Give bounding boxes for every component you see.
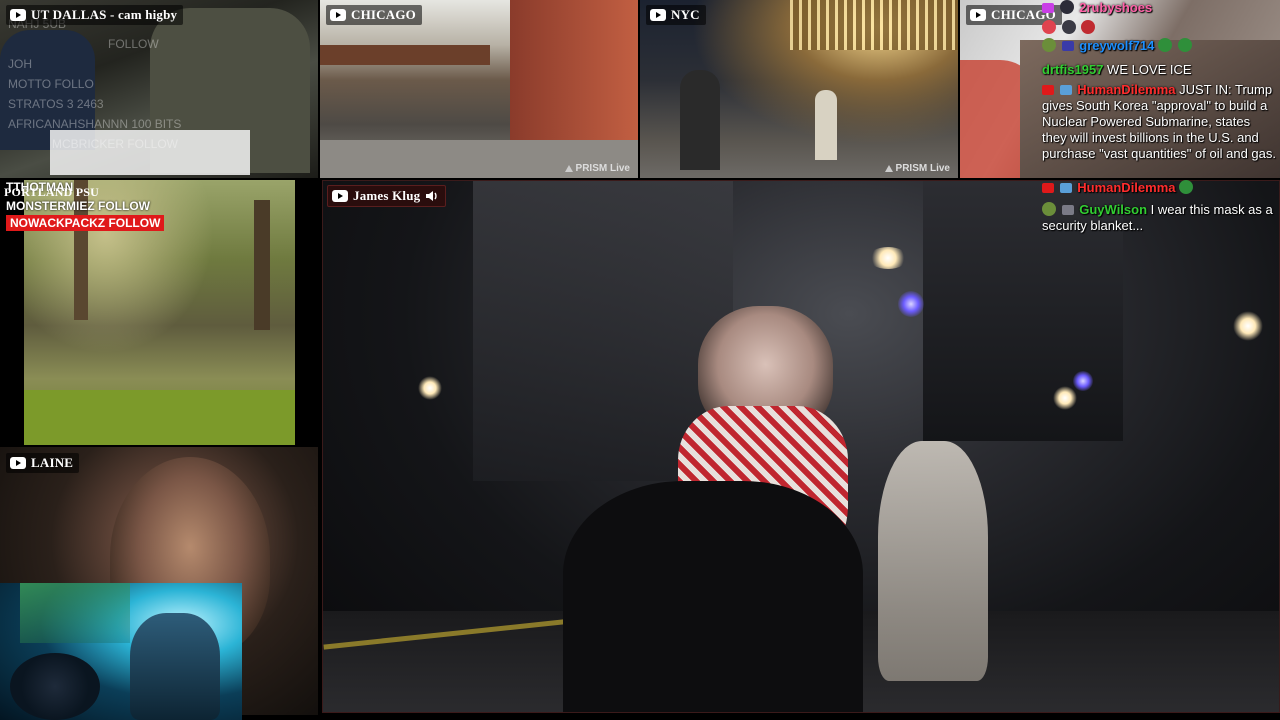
follow-highlight: NOWACKPACKZ FOLLOW xyxy=(6,215,165,231)
stream-label-text: LAINE xyxy=(31,455,74,470)
emote-icon xyxy=(1061,20,1076,34)
street-light xyxy=(1233,311,1263,341)
emote-icon xyxy=(1042,38,1056,52)
stream-label-portland: PORTLAND PSU xyxy=(4,185,99,200)
follower-ticker: NAHJ 5UB FOLLOW JOH MOTTO FOLLO STRATOS … xyxy=(8,14,181,154)
street-light xyxy=(1073,371,1093,391)
youtube-icon xyxy=(970,9,986,21)
youtube-badge-icon xyxy=(1042,183,1054,193)
chat-message: 2rubyshoes xyxy=(1042,0,1278,36)
tile-pharaoh[interactable] xyxy=(0,583,242,720)
prism-live-text: PRISM Live xyxy=(895,163,950,174)
youtube-icon xyxy=(10,9,26,21)
fan-shape xyxy=(10,653,100,720)
youtube-badge-icon xyxy=(1042,85,1054,95)
stream-label: UT DALLAS - cam higby xyxy=(6,5,184,25)
youtube-icon xyxy=(330,9,346,21)
street-light xyxy=(898,291,924,317)
chat-username[interactable]: greywolf714 xyxy=(1079,38,1154,53)
emote-icon xyxy=(1042,202,1056,216)
chat-message: GuyWilson I wear this mask as a security… xyxy=(1042,202,1278,234)
stream-label-text: James Klug xyxy=(353,188,421,203)
speaker-icon[interactable] xyxy=(425,190,439,202)
stream-label-text: PORTLAND PSU xyxy=(4,185,99,199)
chat-message: HumanDilemma JUST IN: Trump gives South … xyxy=(1042,82,1278,162)
subscriber-badge-icon xyxy=(1061,41,1074,51)
chat-text: WE LOVE ICE xyxy=(1107,62,1192,77)
youtube-icon xyxy=(332,190,348,202)
person-shape xyxy=(878,441,988,681)
stream-label: LAINE xyxy=(6,453,80,473)
prism-live-badge: PRISM Live xyxy=(884,163,950,174)
stream-label-text: NYC xyxy=(671,7,700,22)
frog-emote-icon xyxy=(1177,38,1192,52)
chat-username[interactable]: GuyWilson xyxy=(1079,202,1147,217)
member-badge-icon xyxy=(1059,85,1072,95)
ticker-line: STRATOS 3 2463 xyxy=(8,97,104,111)
member-badge-icon xyxy=(1059,183,1072,193)
frog-emote-icon xyxy=(1158,38,1173,52)
tile-chicago-1[interactable]: CHICAGO PRISM Live xyxy=(320,0,638,178)
chat-username[interactable]: drtfis1957 xyxy=(1042,62,1103,77)
stream-label: NYC xyxy=(646,5,706,25)
chat-username[interactable]: HumanDilemma xyxy=(1077,82,1175,97)
street-light xyxy=(1053,386,1077,410)
ticker-line: AFRICANAHSHANNN 100 BITS xyxy=(8,117,182,131)
subscriber-badge-icon xyxy=(1042,3,1054,13)
youtube-icon xyxy=(650,9,666,21)
el-track-shape xyxy=(320,45,490,65)
pharaoh-shape xyxy=(130,613,220,720)
stream-label: James Klug xyxy=(327,185,447,207)
prism-live-badge: PRISM Live xyxy=(564,163,630,174)
chat-overlay: 2rubyshoes greywolf714 drtfis1957 WE LOV… xyxy=(1038,0,1280,240)
youtube-icon xyxy=(10,457,26,469)
prism-live-text: PRISM Live xyxy=(575,163,630,174)
tile-main-james-klug[interactable]: James Klug xyxy=(322,180,1280,713)
subscriber-badge-icon xyxy=(1061,205,1074,215)
street-light xyxy=(868,247,908,269)
street-light xyxy=(418,376,442,400)
tile-nyc[interactable]: NYC PRISM Live xyxy=(640,0,958,178)
chat-message: HumanDilemma xyxy=(1042,180,1278,196)
ticker-line: MOTTO FOLLO xyxy=(8,77,94,91)
emote-icon xyxy=(1059,0,1074,14)
ticker-line: MCBRICKER FOLLOW xyxy=(52,137,179,151)
follow-line: MONSTERMIEZ FOLLOW xyxy=(6,199,150,213)
chat-username[interactable]: 2rubyshoes xyxy=(1079,0,1152,15)
prism-icon xyxy=(564,165,573,172)
frog-emote-icon xyxy=(1179,180,1194,194)
tile-ut-dallas[interactable]: NAHJ 5UB FOLLOW JOH MOTTO FOLLO STRATOS … xyxy=(0,0,318,178)
plant-shape xyxy=(20,583,130,643)
chat-text: I wear this mask as a security blanket..… xyxy=(1042,202,1273,233)
body-shape xyxy=(563,481,863,712)
stream-label: CHICAGO xyxy=(326,5,422,25)
person-shape xyxy=(815,90,837,160)
ticker-line: JOH xyxy=(8,57,32,71)
heart-emote-icon xyxy=(1042,20,1056,34)
chat-message: greywolf714 xyxy=(1042,38,1278,54)
stream-label-text: CHICAGO xyxy=(351,7,416,22)
chat-message: drtfis1957 WE LOVE ICE xyxy=(1042,62,1278,78)
grass-shape xyxy=(24,390,295,445)
prism-icon xyxy=(884,165,893,172)
shoe-emote-icon xyxy=(1081,20,1096,34)
stream-label-text: UT DALLAS - cam higby xyxy=(31,7,178,22)
ticker-line: FOLLOW xyxy=(108,37,159,51)
person-shape xyxy=(680,70,720,170)
tree-trunk-shape xyxy=(254,200,270,330)
marquee-lights-shape xyxy=(790,0,958,50)
chat-username[interactable]: HumanDilemma xyxy=(1077,180,1175,195)
